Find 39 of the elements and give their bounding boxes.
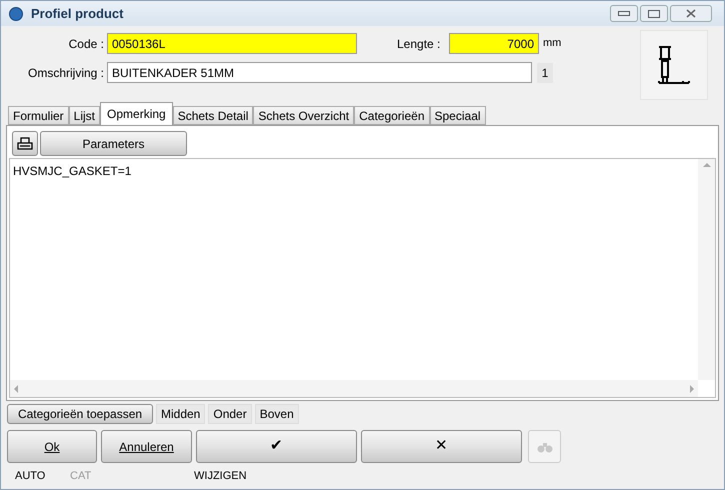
position-button[interactable]: Boven xyxy=(254,404,299,424)
action-button[interactable]: Ok xyxy=(7,430,97,463)
length-field[interactable]: 7000 xyxy=(449,33,539,54)
profile-drawing xyxy=(657,45,691,85)
tab[interactable]: Formulier xyxy=(8,106,69,125)
action-button[interactable]: ✕ xyxy=(361,430,522,463)
action-button[interactable]: Annuleren xyxy=(101,430,192,463)
tab[interactable]: Speciaal xyxy=(430,106,486,125)
app-icon xyxy=(9,6,23,20)
position-button[interactable]: Categorieën toepassen xyxy=(7,404,153,424)
binoculars-icon xyxy=(536,440,552,452)
status-label: AUTO xyxy=(15,468,46,484)
tab[interactable]: Lijst xyxy=(68,106,100,125)
status-label: CAT xyxy=(70,468,92,484)
tab[interactable]: Categorieën xyxy=(354,106,430,125)
tab[interactable]: Schets Detail xyxy=(172,106,254,125)
length-label: Lengte : xyxy=(397,36,442,52)
window-title: Profiel product xyxy=(31,4,124,23)
printer-icon xyxy=(17,136,33,150)
tab[interactable]: Opmerking xyxy=(100,102,173,125)
maximize-button[interactable] xyxy=(640,5,668,22)
minimize-button[interactable] xyxy=(610,5,638,22)
parameters-button[interactable]: Parameters xyxy=(40,131,187,156)
close-button[interactable] xyxy=(670,5,712,22)
position-button[interactable]: Onder xyxy=(208,404,252,424)
tab[interactable]: Schets Overzicht xyxy=(253,106,354,125)
remark-text: HVSMJC_GASKET=1 xyxy=(12,163,132,180)
print-button[interactable] xyxy=(12,131,38,156)
code-label: Code : xyxy=(68,36,105,52)
description-field[interactable]: BUITENKADER 51MM xyxy=(107,62,532,83)
position-button[interactable]: Midden xyxy=(156,404,206,424)
unit-label: mm xyxy=(543,36,562,52)
remark-area[interactable]: HVSMJC_GASKET=1 xyxy=(9,158,716,398)
code-field[interactable]: 0050136L xyxy=(107,33,357,54)
count-label: 1 xyxy=(537,62,553,82)
close-icon xyxy=(686,9,696,18)
action-button[interactable]: ✔ xyxy=(196,430,357,463)
status-label: WIJZIGEN xyxy=(194,468,247,484)
description-label: Omschrijving : xyxy=(26,64,105,82)
